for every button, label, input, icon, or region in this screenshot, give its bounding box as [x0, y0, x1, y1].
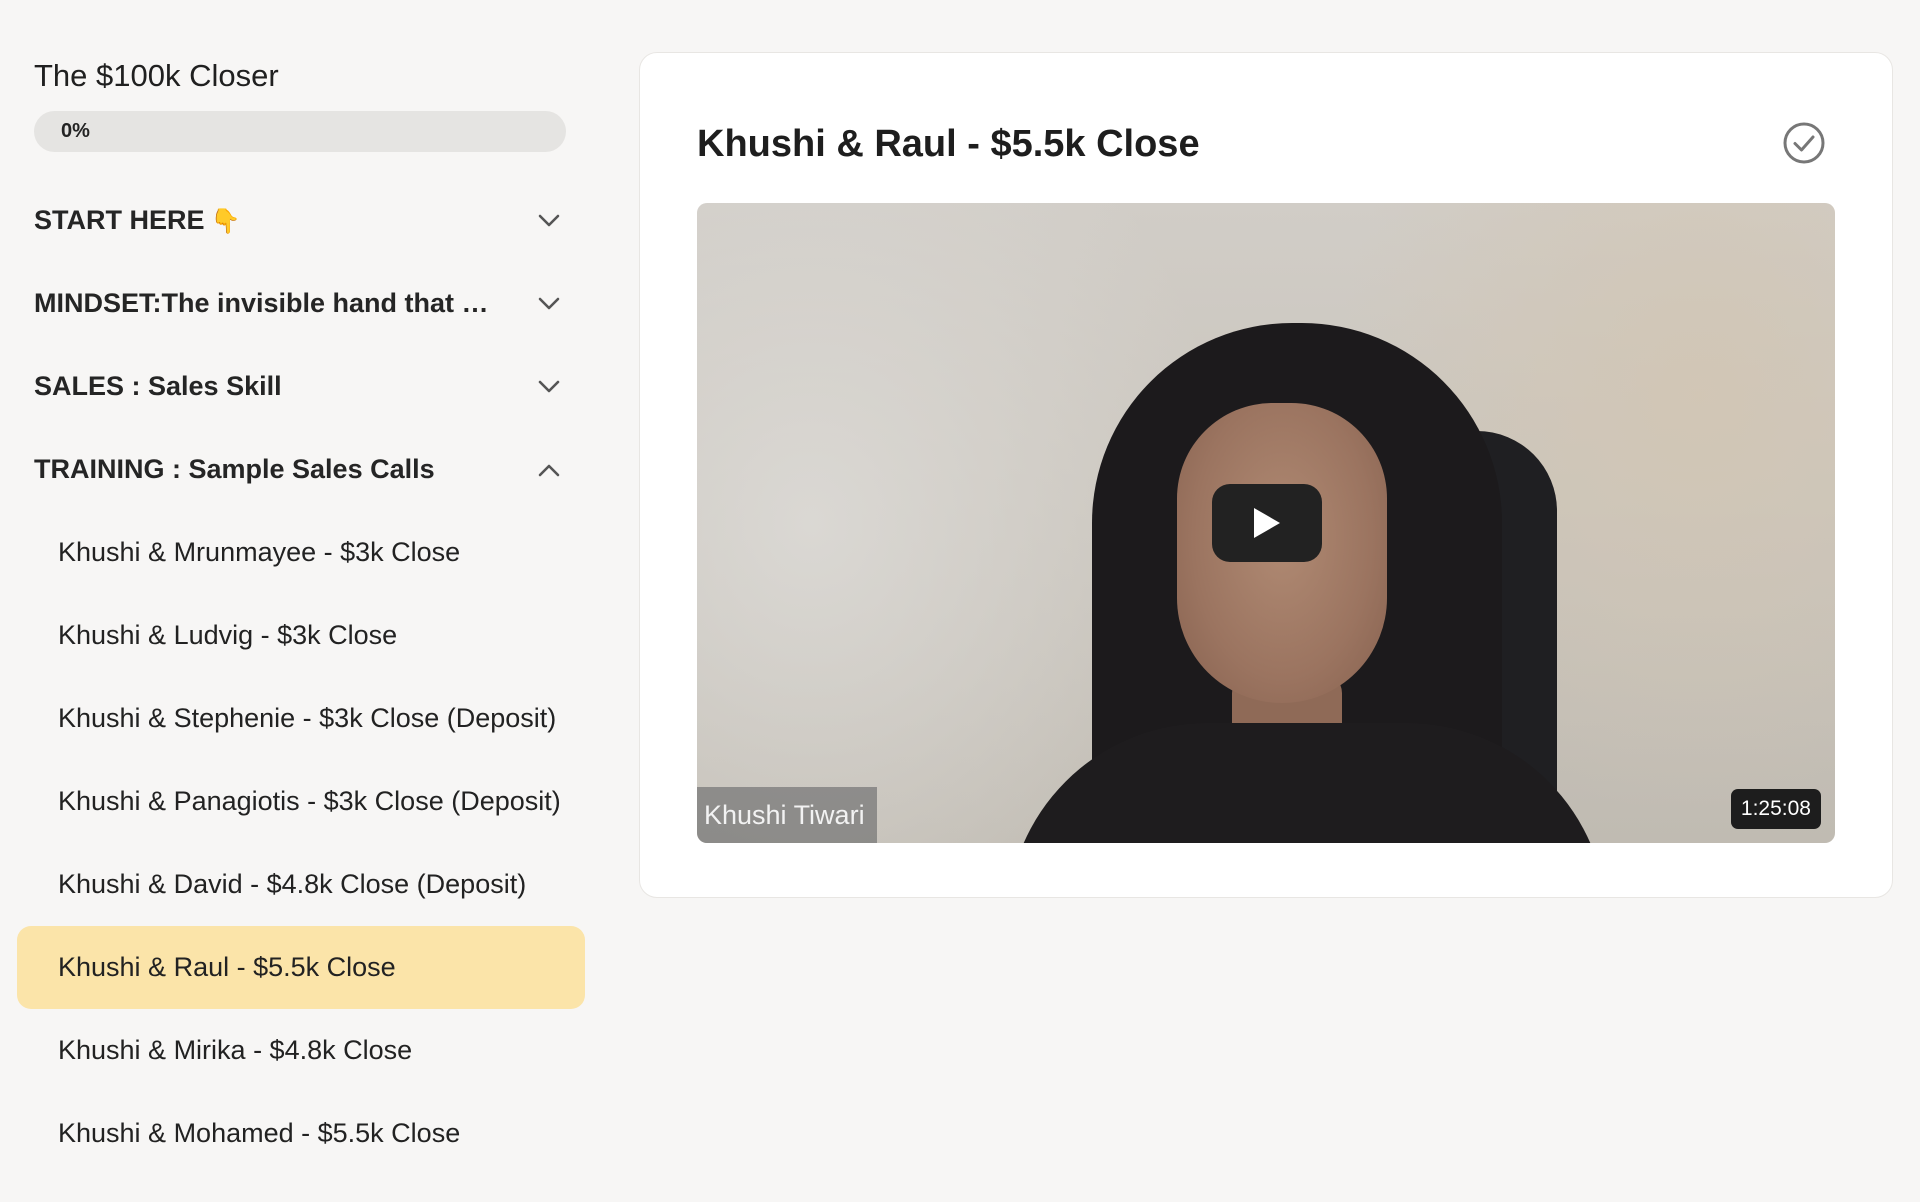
- lesson-item[interactable]: Khushi & Mohamed - $5.5k Close: [17, 1092, 585, 1175]
- module-training[interactable]: TRAINING : Sample Sales Calls: [34, 428, 566, 511]
- lesson-item-active[interactable]: Khushi & Raul - $5.5k Close: [17, 926, 585, 1009]
- lesson-card: Khushi & Raul - $5.5k Close Khushi Tiwar…: [639, 52, 1893, 898]
- app-page: The $100k Closer 0% START HERE 👇 MINDSET:…: [0, 0, 1920, 1202]
- lesson-list: Khushi & Mrunmayee - $3k Close Khushi & …: [17, 511, 585, 1175]
- lesson-item[interactable]: Khushi & David - $4.8k Close (Deposit): [17, 843, 585, 926]
- module-start-here[interactable]: START HERE 👇: [34, 179, 566, 262]
- module-title: MINDSET:The invisible hand that w...: [34, 288, 504, 318]
- lesson-item[interactable]: Khushi & Mirika - $4.8k Close: [17, 1009, 585, 1092]
- module-mindset[interactable]: MINDSET:The invisible hand that w...: [34, 262, 566, 345]
- lesson-title: Khushi & Raul - $5.5k Close: [697, 123, 1200, 165]
- chevron-down-icon[interactable]: [532, 370, 566, 404]
- module-title: START HERE 👇: [34, 205, 241, 235]
- video-duration-badge: 1:25:08: [1730, 789, 1821, 829]
- module-sales[interactable]: SALES : Sales Skill: [34, 345, 566, 428]
- video-player[interactable]: Khushi Tiwari 1:25:08: [697, 203, 1835, 843]
- chevron-down-icon[interactable]: [532, 287, 566, 321]
- course-progress-bar: 0%: [34, 111, 566, 152]
- course-title: The $100k Closer: [34, 58, 279, 93]
- lesson-item[interactable]: Khushi & Stephenie - $3k Close (Deposit): [17, 677, 585, 760]
- chevron-up-icon[interactable]: [532, 453, 566, 487]
- play-icon: [1254, 508, 1280, 538]
- play-button[interactable]: [1212, 484, 1322, 562]
- lesson-item[interactable]: Khushi & Panagiotis - $3k Close (Deposit…: [17, 760, 585, 843]
- module-list: START HERE 👇 MINDSET:The invisible hand t…: [17, 179, 585, 1175]
- check-circle-icon[interactable]: [1782, 121, 1826, 165]
- lesson-item[interactable]: Khushi & Ludvig - $3k Close: [17, 594, 585, 677]
- course-progress-label: 0%: [61, 120, 90, 142]
- lesson-item[interactable]: Khushi & Mrunmayee - $3k Close: [17, 511, 585, 594]
- course-sidebar: The $100k Closer 0% START HERE 👇 MINDSET:…: [0, 0, 600, 1202]
- presenter-name-tag: Khushi Tiwari: [697, 787, 877, 843]
- pointing-down-icon: 👇: [210, 208, 241, 235]
- module-title: TRAINING : Sample Sales Calls: [34, 454, 435, 484]
- chevron-down-icon[interactable]: [532, 204, 566, 238]
- module-title: SALES : Sales Skill: [34, 371, 282, 401]
